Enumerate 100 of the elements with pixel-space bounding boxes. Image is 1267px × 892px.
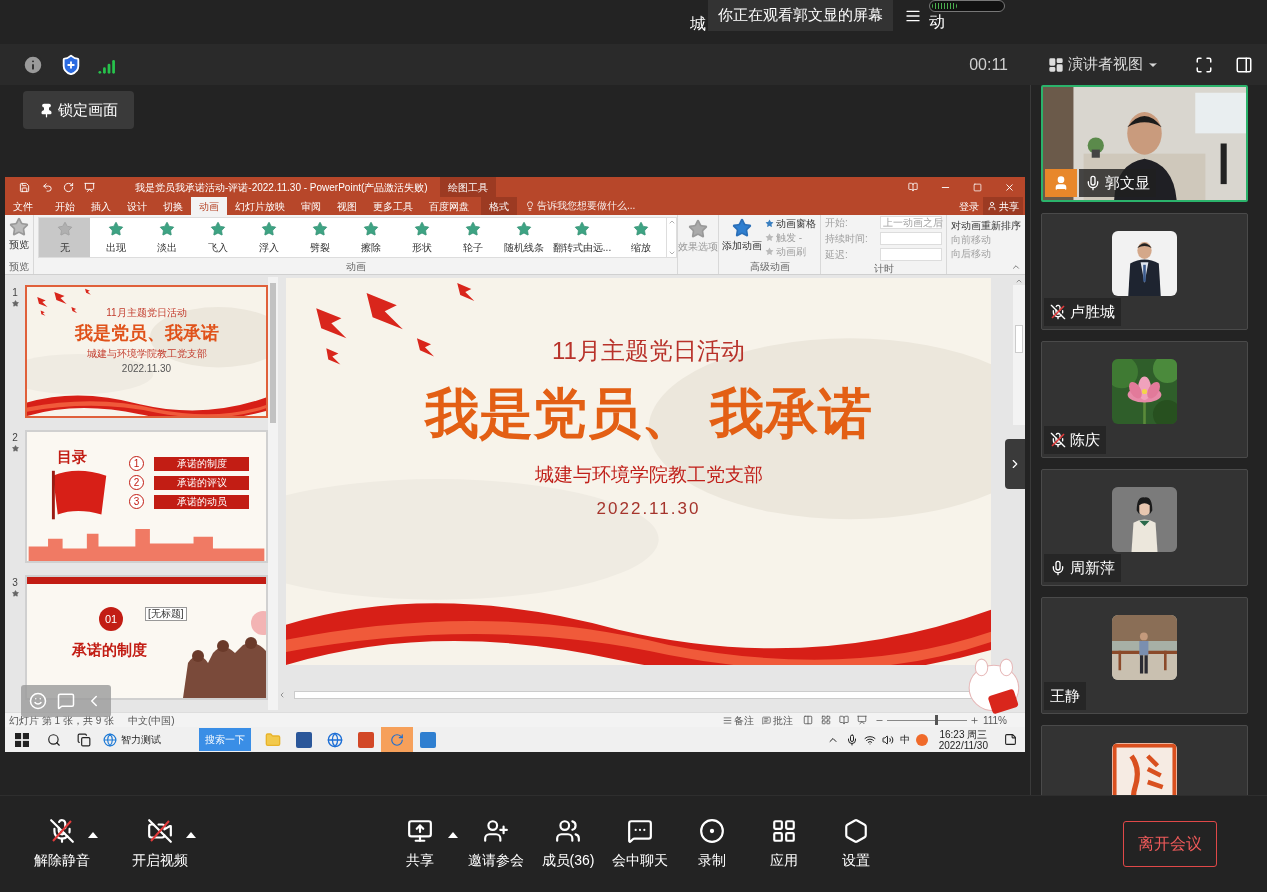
windows-start-icon[interactable] <box>15 732 29 747</box>
sign-in-link[interactable]: 登录 <box>955 197 983 215</box>
menu-caret-icon[interactable] <box>186 831 196 838</box>
animation-option[interactable]: 无 <box>39 218 90 257</box>
ribbon-tab[interactable]: 开始 <box>47 197 83 215</box>
screen-share-notice: 你正在观看郭文显的屏幕 <box>708 0 893 31</box>
animation-option[interactable]: 擦除 <box>345 218 396 257</box>
preview-button[interactable]: 预览 <box>9 215 29 259</box>
undo-icon[interactable] <box>42 181 53 193</box>
toolbar-button[interactable]: 邀请参会 <box>462 817 530 871</box>
tell-me-field[interactable]: 告诉我您想要做什么... <box>537 197 636 215</box>
notes-icon[interactable] <box>722 715 732 725</box>
animation-option[interactable]: 随机线条 <box>498 218 549 257</box>
slideshow-view-icon[interactable] <box>856 715 867 725</box>
save-icon[interactable] <box>19 181 30 193</box>
ribbon-tab[interactable]: 设计 <box>119 197 155 215</box>
toolbar-button[interactable]: 共享 <box>386 817 454 871</box>
ribbon-tab[interactable]: 插入 <box>83 197 119 215</box>
close-icon[interactable] <box>1004 181 1015 193</box>
group-label: 动画 <box>344 260 367 274</box>
normal-view-icon[interactable] <box>802 715 813 725</box>
timing-field[interactable] <box>880 231 942 245</box>
toolbar-button[interactable]: 应用 <box>750 817 818 871</box>
notification-icon[interactable] <box>1004 733 1017 746</box>
emoji-icon[interactable] <box>29 692 47 710</box>
side-panel-icon[interactable] <box>1235 55 1253 74</box>
animation-option[interactable]: 出现 <box>90 218 141 257</box>
reading-view-icon[interactable] <box>838 715 849 725</box>
ribbon-tab[interactable]: 更多工具 <box>365 197 421 215</box>
redo-icon[interactable] <box>63 181 74 193</box>
animation-option[interactable]: 劈裂 <box>294 218 345 257</box>
side-panel-toggle[interactable] <box>1005 439 1025 489</box>
animation-option[interactable]: 形状 <box>396 218 447 257</box>
taskbar-app-label[interactable]: 智力测试 <box>121 732 161 747</box>
maximize-icon[interactable] <box>973 182 982 192</box>
comments-button[interactable]: 批注 <box>772 712 793 728</box>
fullscreen-icon[interactable] <box>1195 55 1213 74</box>
ribbon-options-icon[interactable] <box>908 182 918 192</box>
slide-organization: 城建与环境学院教工党支部 <box>534 463 763 487</box>
toolbar-button[interactable]: 会中聊天 <box>606 817 674 871</box>
slide-thumbnail[interactable]: 11月主题党日活动 我是党员、我承诺 城建与环境学院教工党支部 2022.11.30 <box>25 285 268 418</box>
toolbar-button[interactable]: 设置 <box>822 817 890 871</box>
task-view-icon[interactable] <box>77 732 91 747</box>
ribbon-tab[interactable]: 格式 <box>481 197 517 215</box>
leave-meeting-button[interactable]: 离开会议 <box>1123 821 1217 867</box>
chat-bubble-icon[interactable] <box>57 692 75 710</box>
menu-caret-icon[interactable] <box>448 831 458 838</box>
scroll-up-icon[interactable] <box>1015 277 1023 285</box>
share-button[interactable]: 共享 <box>983 197 1023 215</box>
ribbon-tab[interactable]: 视图 <box>329 197 365 215</box>
input-method[interactable]: 中 <box>899 732 910 747</box>
security-shield-icon[interactable] <box>60 53 82 76</box>
sorter-view-icon[interactable] <box>820 715 831 725</box>
ribbon-tab[interactable]: 文件 <box>5 197 41 215</box>
info-icon[interactable] <box>22 53 44 76</box>
timing-field[interactable] <box>880 247 942 261</box>
ribbon-tab[interactable]: 百度网盘 <box>421 197 477 215</box>
ribbon-tab[interactable]: 切换 <box>155 197 191 215</box>
lock-view-button[interactable]: 锁定画面 <box>23 91 134 129</box>
taskbar-clock[interactable]: 16:23 周三 2022/11/30 <box>938 728 988 751</box>
menu-caret-icon[interactable] <box>88 831 98 838</box>
thumbnail-org: 城建与环境学院教工党支部 <box>86 347 207 361</box>
microphone-icon[interactable] <box>845 733 858 746</box>
zoom-in-icon[interactable] <box>969 715 979 725</box>
add-animation-button[interactable]: 添加动画 <box>719 215 765 259</box>
meeting-app-icon[interactable] <box>381 727 413 752</box>
reorder-title: 对动画重新排序 <box>951 219 1021 233</box>
animation-option[interactable]: 缩放 <box>615 218 666 257</box>
ribbon-tab[interactable]: 动画 <box>191 197 227 215</box>
toolbar-button[interactable]: 解除静音 <box>30 817 94 871</box>
slide-number: 2 <box>12 431 18 445</box>
browser-icon[interactable] <box>103 732 117 747</box>
zoom-percent: 111% <box>982 713 1007 728</box>
comment-icon[interactable] <box>761 715 771 725</box>
animation-option[interactable]: 浮入 <box>243 218 294 257</box>
toolbar-button[interactable]: 成员(36) <box>534 817 602 871</box>
ribbon-command[interactable]: 动画窗格 <box>765 216 816 230</box>
toolbar-button[interactable]: 录制 <box>678 817 746 871</box>
network-icon[interactable] <box>863 733 876 746</box>
animation-option[interactable]: 飞入 <box>192 218 243 257</box>
search-icon[interactable] <box>47 732 61 747</box>
slide-thumbnail[interactable]: 目录 1 承诺的制度 2 承诺的评议 3 承诺的动员 <box>25 430 268 563</box>
thumbnail-title: 承诺的制度 <box>72 640 147 660</box>
notes-button[interactable]: 备注 <box>733 712 754 728</box>
ribbon-tab[interactable]: 幻灯片放映 <box>227 197 293 215</box>
ribbon-tab[interactable]: 审阅 <box>293 197 329 215</box>
volume-icon[interactable] <box>881 733 894 746</box>
share-screen-icon <box>407 817 433 844</box>
star-icon <box>688 219 708 239</box>
contents-item: 承诺的制度 <box>154 456 249 471</box>
list-icon[interactable] <box>905 8 921 24</box>
toolbar-button[interactable]: 开启视频 <box>128 817 192 871</box>
star-icon <box>209 220 226 237</box>
animation-option[interactable]: 轮子 <box>447 218 498 257</box>
scroll-left-icon[interactable] <box>278 691 286 699</box>
animation-option[interactable]: 翻转式由远... <box>549 218 615 257</box>
tray-app-icon[interactable] <box>915 733 928 746</box>
browser-icon[interactable] <box>327 731 343 748</box>
slideshow-icon[interactable] <box>84 181 95 193</box>
animation-option[interactable]: 淡出 <box>141 218 192 257</box>
